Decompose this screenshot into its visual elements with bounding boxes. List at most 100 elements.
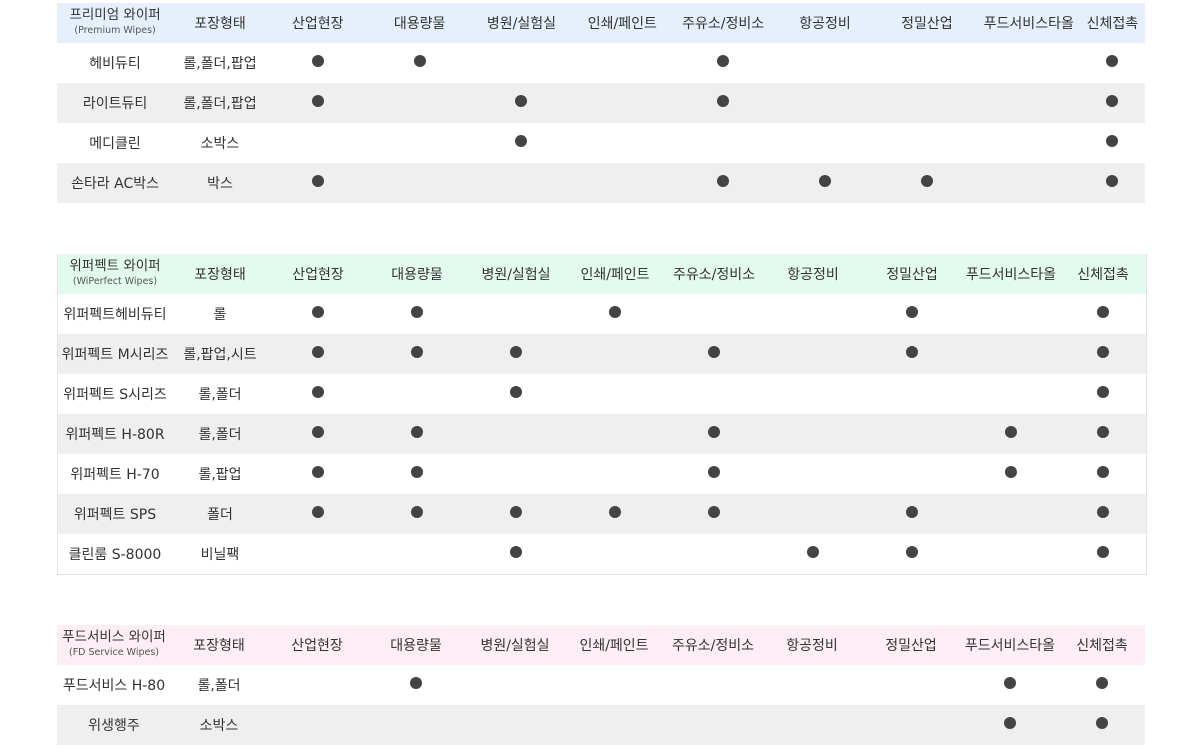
applicable-dot-icon xyxy=(312,386,324,398)
usage-cell-precision xyxy=(875,163,978,203)
column-header-hospital-lab: 병원/실험실 xyxy=(470,3,573,43)
applicable-dot-icon xyxy=(1097,386,1109,398)
usage-cell-industrial-site xyxy=(268,334,368,374)
usage-cell-industrial-site xyxy=(266,43,369,83)
usage-cell-gas-station xyxy=(664,414,764,454)
usage-cell-aviation xyxy=(774,123,876,163)
usage-cell-aviation xyxy=(764,414,862,454)
usage-cell-print-paint xyxy=(566,294,664,334)
usage-cell-bulk xyxy=(367,705,465,745)
section-title-cell: 위퍼펙트 와이퍼 (WiPerfect Wipes) xyxy=(58,254,172,294)
packaging-type: 박스 xyxy=(173,163,267,203)
usage-cell-body-contact xyxy=(1060,494,1146,534)
usage-cell-hospital-lab xyxy=(466,414,566,454)
column-header-food-towel: 푸드서비스타올 xyxy=(962,254,1060,294)
usage-cell-bulk xyxy=(368,414,466,454)
applicable-dot-icon xyxy=(312,426,324,438)
product-name: 헤비듀티 xyxy=(57,43,174,83)
applicable-dot-icon xyxy=(411,426,423,438)
applicable-dot-icon xyxy=(1097,546,1109,558)
applicable-dot-icon xyxy=(312,506,324,518)
fd-service-wipes-table: 푸드서비스 와이퍼 (FD Service Wipes) 포장형태 산업현장 대… xyxy=(57,625,1145,745)
applicable-dot-icon xyxy=(413,55,426,67)
usage-cell-precision xyxy=(861,665,961,705)
applicable-dot-icon xyxy=(717,95,730,107)
usage-cell-hospital-lab xyxy=(470,123,573,163)
packaging-type: 폴더 xyxy=(172,494,268,534)
applicable-dot-icon xyxy=(1004,717,1016,729)
column-header-print-paint: 인쇄/페인트 xyxy=(566,254,664,294)
applicable-dot-icon xyxy=(906,546,918,558)
product-name: 손타라 AC박스 xyxy=(57,163,174,203)
usage-cell-print-paint xyxy=(566,374,664,414)
usage-cell-gas-station xyxy=(663,665,763,705)
column-header-bulk: 대용량물 xyxy=(367,625,465,665)
usage-cell-gas-station xyxy=(672,43,775,83)
packaging-type: 롤,폴더,팝업 xyxy=(173,83,267,123)
packaging-type: 비닐팩 xyxy=(172,534,268,574)
product-name: 위퍼펙트 M시리즈 xyxy=(58,334,172,374)
usage-cell-food-towel xyxy=(962,374,1060,414)
usage-cell-gas-station xyxy=(664,454,764,494)
usage-cell-bulk xyxy=(368,494,466,534)
usage-cell-hospital-lab xyxy=(470,163,573,203)
column-header-precision: 정밀산업 xyxy=(862,254,962,294)
packaging-type: 소박스 xyxy=(171,705,267,745)
applicable-dot-icon xyxy=(1097,466,1109,478)
product-name: 클린룸 S-8000 xyxy=(58,534,172,574)
usage-cell-body-contact xyxy=(1079,123,1145,163)
applicable-dot-icon xyxy=(312,466,324,478)
packaging-type: 롤,폴더 xyxy=(172,374,268,414)
applicable-dot-icon xyxy=(1097,346,1109,358)
usage-cell-aviation xyxy=(774,83,876,123)
usage-cell-hospital-lab xyxy=(470,83,573,123)
usage-cell-aviation xyxy=(764,334,862,374)
premium-wipes-table: 프리미엄 와이퍼 (Premium Wipes) 포장형태 산업현장 대용량물 … xyxy=(57,3,1145,203)
table-row: 위퍼펙트 S시리즈 롤,폴더 xyxy=(58,374,1146,414)
usage-cell-gas-station xyxy=(672,83,775,123)
usage-cell-gas-station xyxy=(672,163,775,203)
applicable-dot-icon xyxy=(708,506,720,518)
usage-cell-precision xyxy=(875,83,978,123)
section-title: 프리미엄 와이퍼 xyxy=(69,7,161,23)
usage-cell-aviation xyxy=(764,374,862,414)
usage-cell-body-contact xyxy=(1060,374,1146,414)
applicable-dot-icon xyxy=(708,426,720,438)
usage-cell-body-contact xyxy=(1059,705,1145,745)
column-header-body-contact: 신체접촉 xyxy=(1059,625,1145,665)
applicable-dot-icon xyxy=(1004,677,1016,689)
product-name: 위퍼펙트헤비듀티 xyxy=(58,294,172,334)
usage-cell-hospital-lab xyxy=(466,494,566,534)
usage-cell-food-towel xyxy=(977,123,1080,163)
wiperfect-wipes-table: 위퍼펙트 와이퍼 (WiPerfect Wipes) 포장형태 산업현장 대용량… xyxy=(58,254,1146,574)
column-header-gas-station: 주유소/정비소 xyxy=(664,254,764,294)
column-header-gas-station: 주유소/정비소 xyxy=(663,625,763,665)
section-title-cell: 프리미엄 와이퍼 (Premium Wipes) xyxy=(57,3,174,43)
column-header-print-paint: 인쇄/페인트 xyxy=(565,625,663,665)
packaging-type: 롤,팝업,시트 xyxy=(172,334,268,374)
usage-cell-gas-station xyxy=(663,705,763,745)
applicable-dot-icon xyxy=(1096,677,1108,689)
column-header-body-contact: 신체접촉 xyxy=(1079,3,1145,43)
usage-cell-gas-station xyxy=(664,534,764,574)
applicable-dot-icon xyxy=(510,386,522,398)
applicable-dot-icon xyxy=(1106,95,1119,107)
applicable-dot-icon xyxy=(1097,306,1109,318)
section-title-cell: 푸드서비스 와이퍼 (FD Service Wipes) xyxy=(57,625,171,665)
usage-cell-precision xyxy=(862,414,962,454)
usage-cell-print-paint xyxy=(566,494,664,534)
applicable-dot-icon xyxy=(410,677,422,689)
usage-cell-bulk xyxy=(368,534,466,574)
table-row: 푸드서비스 H-80 롤,폴더 xyxy=(57,665,1145,705)
applicable-dot-icon xyxy=(609,306,621,318)
product-name: 푸드서비스 H-80 xyxy=(57,665,171,705)
column-header-precision: 정밀산업 xyxy=(875,3,978,43)
usage-cell-body-contact xyxy=(1060,454,1146,494)
usage-cell-print-paint xyxy=(572,43,673,83)
table-row: 위생행주 소박스 xyxy=(57,705,1145,745)
usage-cell-precision xyxy=(862,454,962,494)
packaging-type: 롤 xyxy=(172,294,268,334)
usage-cell-body-contact xyxy=(1060,534,1146,574)
table-row: 위퍼펙트 H-80R 롤,폴더 xyxy=(58,414,1146,454)
usage-cell-hospital-lab xyxy=(466,534,566,574)
